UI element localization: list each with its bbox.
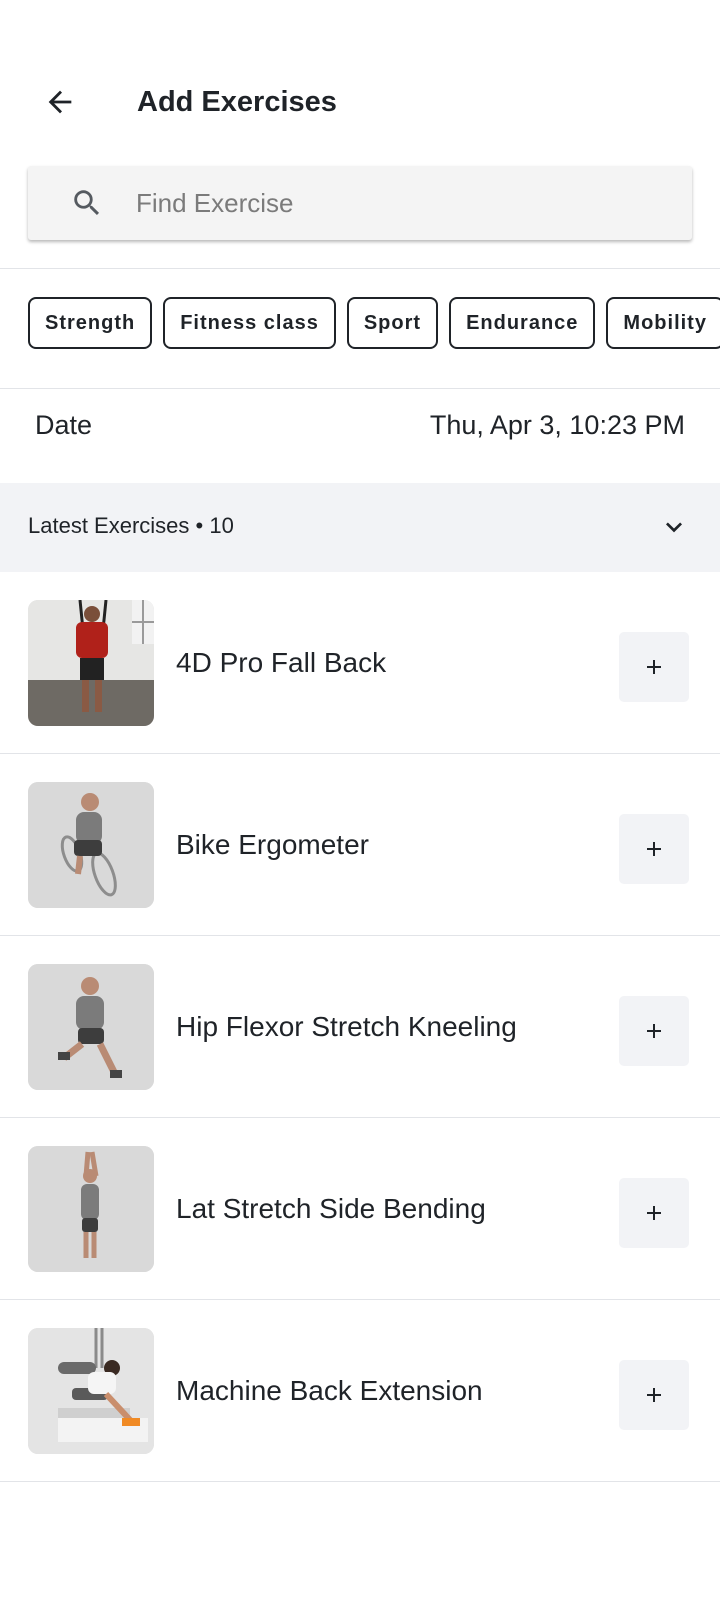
exercise-thumbnail	[28, 964, 154, 1090]
list-item[interactable]: Hip Flexor Stretch Kneeling	[0, 936, 720, 1118]
list-item[interactable]: Machine Back Extension	[0, 1300, 720, 1482]
exercise-name: Bike Ergometer	[176, 829, 369, 860]
divider	[0, 388, 720, 389]
exercise-name: Lat Stretch Side Bending	[176, 1193, 486, 1224]
add-exercise-button[interactable]	[619, 996, 689, 1066]
list-item[interactable]: Bike Ergometer	[0, 754, 720, 936]
search-bar[interactable]	[28, 166, 692, 240]
exercise-name: 4D Pro Fall Back	[176, 647, 387, 678]
add-exercise-button[interactable]	[619, 632, 689, 702]
list-item[interactable]: Lat Stretch Side Bending	[0, 1118, 720, 1300]
exercise-thumbnail	[28, 1328, 154, 1454]
list-item[interactable]: 4D Pro Fall Back	[0, 572, 720, 754]
plus-icon	[647, 1206, 661, 1220]
exercise-list: 4D Pro Fall Back Bike Ergometer Hip Flex…	[0, 572, 720, 1482]
chip-sport[interactable]: Sport	[346, 297, 439, 349]
chip-endurance[interactable]: Endurance	[449, 297, 596, 349]
chip-strength[interactable]: Strength	[28, 297, 153, 349]
date-row: Date Thu, Apr 3, 10:23 PM	[0, 398, 720, 458]
exercise-thumbnail	[28, 600, 154, 726]
date-label: Date	[35, 410, 93, 440]
app-header: Add Exercises	[0, 62, 720, 142]
latest-exercises-header[interactable]: Latest Exercises • 10	[0, 483, 720, 572]
search-input[interactable]	[134, 186, 638, 220]
chip-fitness-class[interactable]: Fitness class	[163, 297, 336, 349]
filter-chips: Strength Fitness class Sport Endurance Mobil…	[28, 297, 720, 355]
plus-icon	[647, 1388, 661, 1402]
plus-icon	[647, 1024, 661, 1038]
exercise-thumbnail	[28, 1146, 154, 1272]
add-exercise-button[interactable]	[619, 814, 689, 884]
date-value[interactable]: Thu, Apr 3, 10:23 PM	[430, 410, 685, 441]
arrow-left-icon	[48, 90, 72, 114]
plus-icon	[647, 842, 661, 856]
add-exercise-button[interactable]	[619, 1178, 689, 1248]
exercise-thumbnail	[28, 782, 154, 908]
divider	[0, 268, 720, 269]
exercise-name: Machine Back Extension	[176, 1375, 483, 1406]
page-title: Add Exercises	[137, 86, 337, 118]
back-button[interactable]	[36, 78, 84, 126]
search-icon	[70, 186, 104, 220]
section-title: Latest Exercises • 10	[28, 513, 234, 538]
plus-icon	[647, 660, 661, 674]
chevron-down-icon[interactable]	[658, 511, 690, 543]
exercise-name: Hip Flexor Stretch Kneeling	[176, 1011, 517, 1042]
chip-mobility[interactable]: Mobility	[606, 297, 720, 349]
add-exercise-button[interactable]	[619, 1360, 689, 1430]
